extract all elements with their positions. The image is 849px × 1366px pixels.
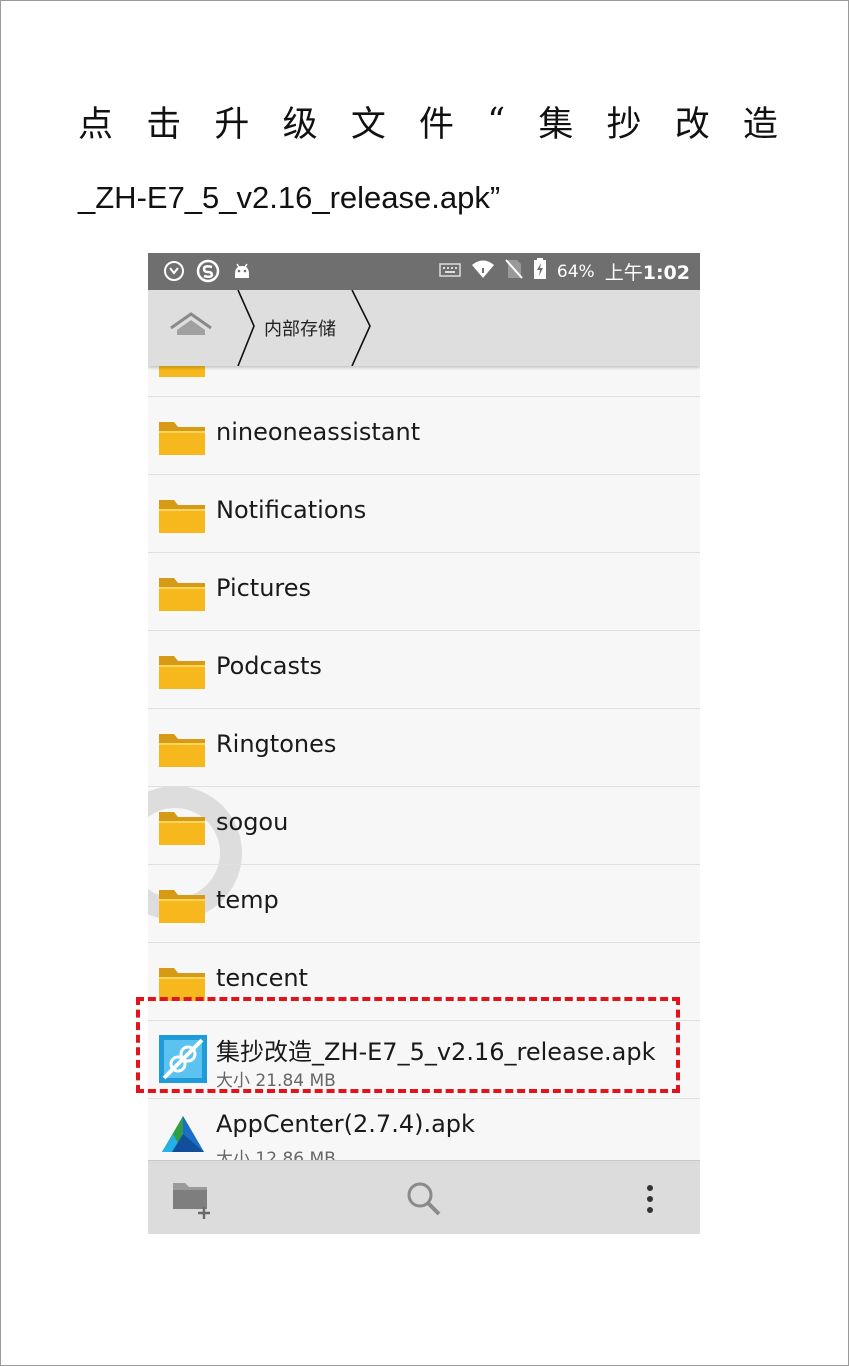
instruction-char: 点 — [78, 104, 114, 145]
folder-icon — [159, 422, 205, 455]
folder-name: nd — [216, 366, 246, 368]
folder-name: Podcasts — [216, 652, 322, 680]
sogou-icon — [196, 259, 220, 283]
new-folder-icon — [173, 1183, 210, 1219]
instruction-char: 件 — [419, 104, 455, 145]
notification-app-icon — [162, 259, 186, 283]
path-bar: 内部存储 — [148, 290, 700, 366]
instruction-char: 击 — [146, 104, 182, 145]
instruction-char: 文 — [350, 104, 386, 145]
clock: 上午1:02 — [605, 258, 690, 285]
folder-icon — [159, 656, 205, 689]
new-folder-button[interactable] — [170, 1175, 218, 1223]
folder-name: Ringtones — [216, 730, 337, 758]
folder-name: tencent — [216, 964, 308, 992]
list-item[interactable]: nd — [148, 366, 700, 397]
bottom-toolbar — [148, 1160, 700, 1234]
instruction-char: 改 — [674, 104, 710, 145]
folder-name: Pictures — [216, 574, 312, 602]
folder-name: Notifications — [216, 496, 367, 524]
more-options-button[interactable] — [626, 1175, 674, 1223]
instruction-char: 集 — [538, 104, 574, 145]
status-bar: 64% 上午1:02 — [148, 253, 700, 290]
instruction-char: 造 — [742, 104, 778, 145]
file-name: AppCenter(2.7.4).apk — [216, 1110, 475, 1138]
list-item[interactable]: nineoneassistant — [148, 396, 700, 475]
time-prefix: 上午 — [604, 262, 643, 284]
list-item[interactable]: Pictures — [148, 552, 700, 631]
folder-icon — [159, 968, 205, 1001]
folder-name: nineoneassistant — [216, 418, 421, 446]
instruction-char: 抄 — [606, 104, 642, 145]
home-button[interactable] — [168, 308, 214, 348]
battery-percent: 64% — [556, 261, 595, 282]
appcenter-icon — [162, 1116, 204, 1152]
instruction-line-2: _ZH-E7_5_v2.16_release.apk” — [78, 180, 501, 215]
more-icon — [647, 1185, 653, 1213]
list-item[interactable]: sogou — [148, 786, 700, 865]
list-item-apk-file[interactable]: AppCenter(2.7.4).apk 大小 12.86 MB — [148, 1098, 700, 1160]
folder-icon — [159, 734, 205, 767]
list-item[interactable]: Ringtones — [148, 708, 700, 787]
highlight-box — [136, 997, 680, 1093]
keyboard-icon — [439, 262, 461, 282]
instruction-char: 级 — [282, 104, 318, 145]
folder-icon — [159, 812, 205, 845]
folder-icon — [159, 890, 205, 923]
list-item[interactable]: Notifications — [148, 474, 700, 553]
no-sim-icon — [505, 259, 523, 284]
file-size: 大小 12.86 MB — [216, 1149, 336, 1160]
home-icon — [170, 312, 212, 335]
folder-icon — [159, 366, 205, 377]
android-icon — [230, 259, 254, 283]
folder-icon — [159, 578, 205, 611]
instruction-line-1: 点 击 升 级 文 件 “ 集 抄 改 造 — [78, 96, 778, 146]
list-item[interactable]: temp — [148, 864, 700, 943]
instruction-char: 升 — [214, 104, 250, 145]
search-button[interactable] — [400, 1175, 448, 1223]
list-item[interactable]: Podcasts — [148, 630, 700, 709]
folder-name: sogou — [216, 808, 289, 836]
time-value: 1:02 — [642, 262, 690, 284]
breadcrumb-internal-storage[interactable]: 内部存储 — [264, 315, 336, 341]
wifi-icon — [471, 259, 495, 284]
battery-charging-icon — [533, 258, 547, 285]
folder-icon — [159, 500, 205, 533]
instruction-char: “ — [487, 101, 506, 141]
search-icon — [407, 1182, 441, 1216]
folder-name: temp — [216, 886, 279, 914]
